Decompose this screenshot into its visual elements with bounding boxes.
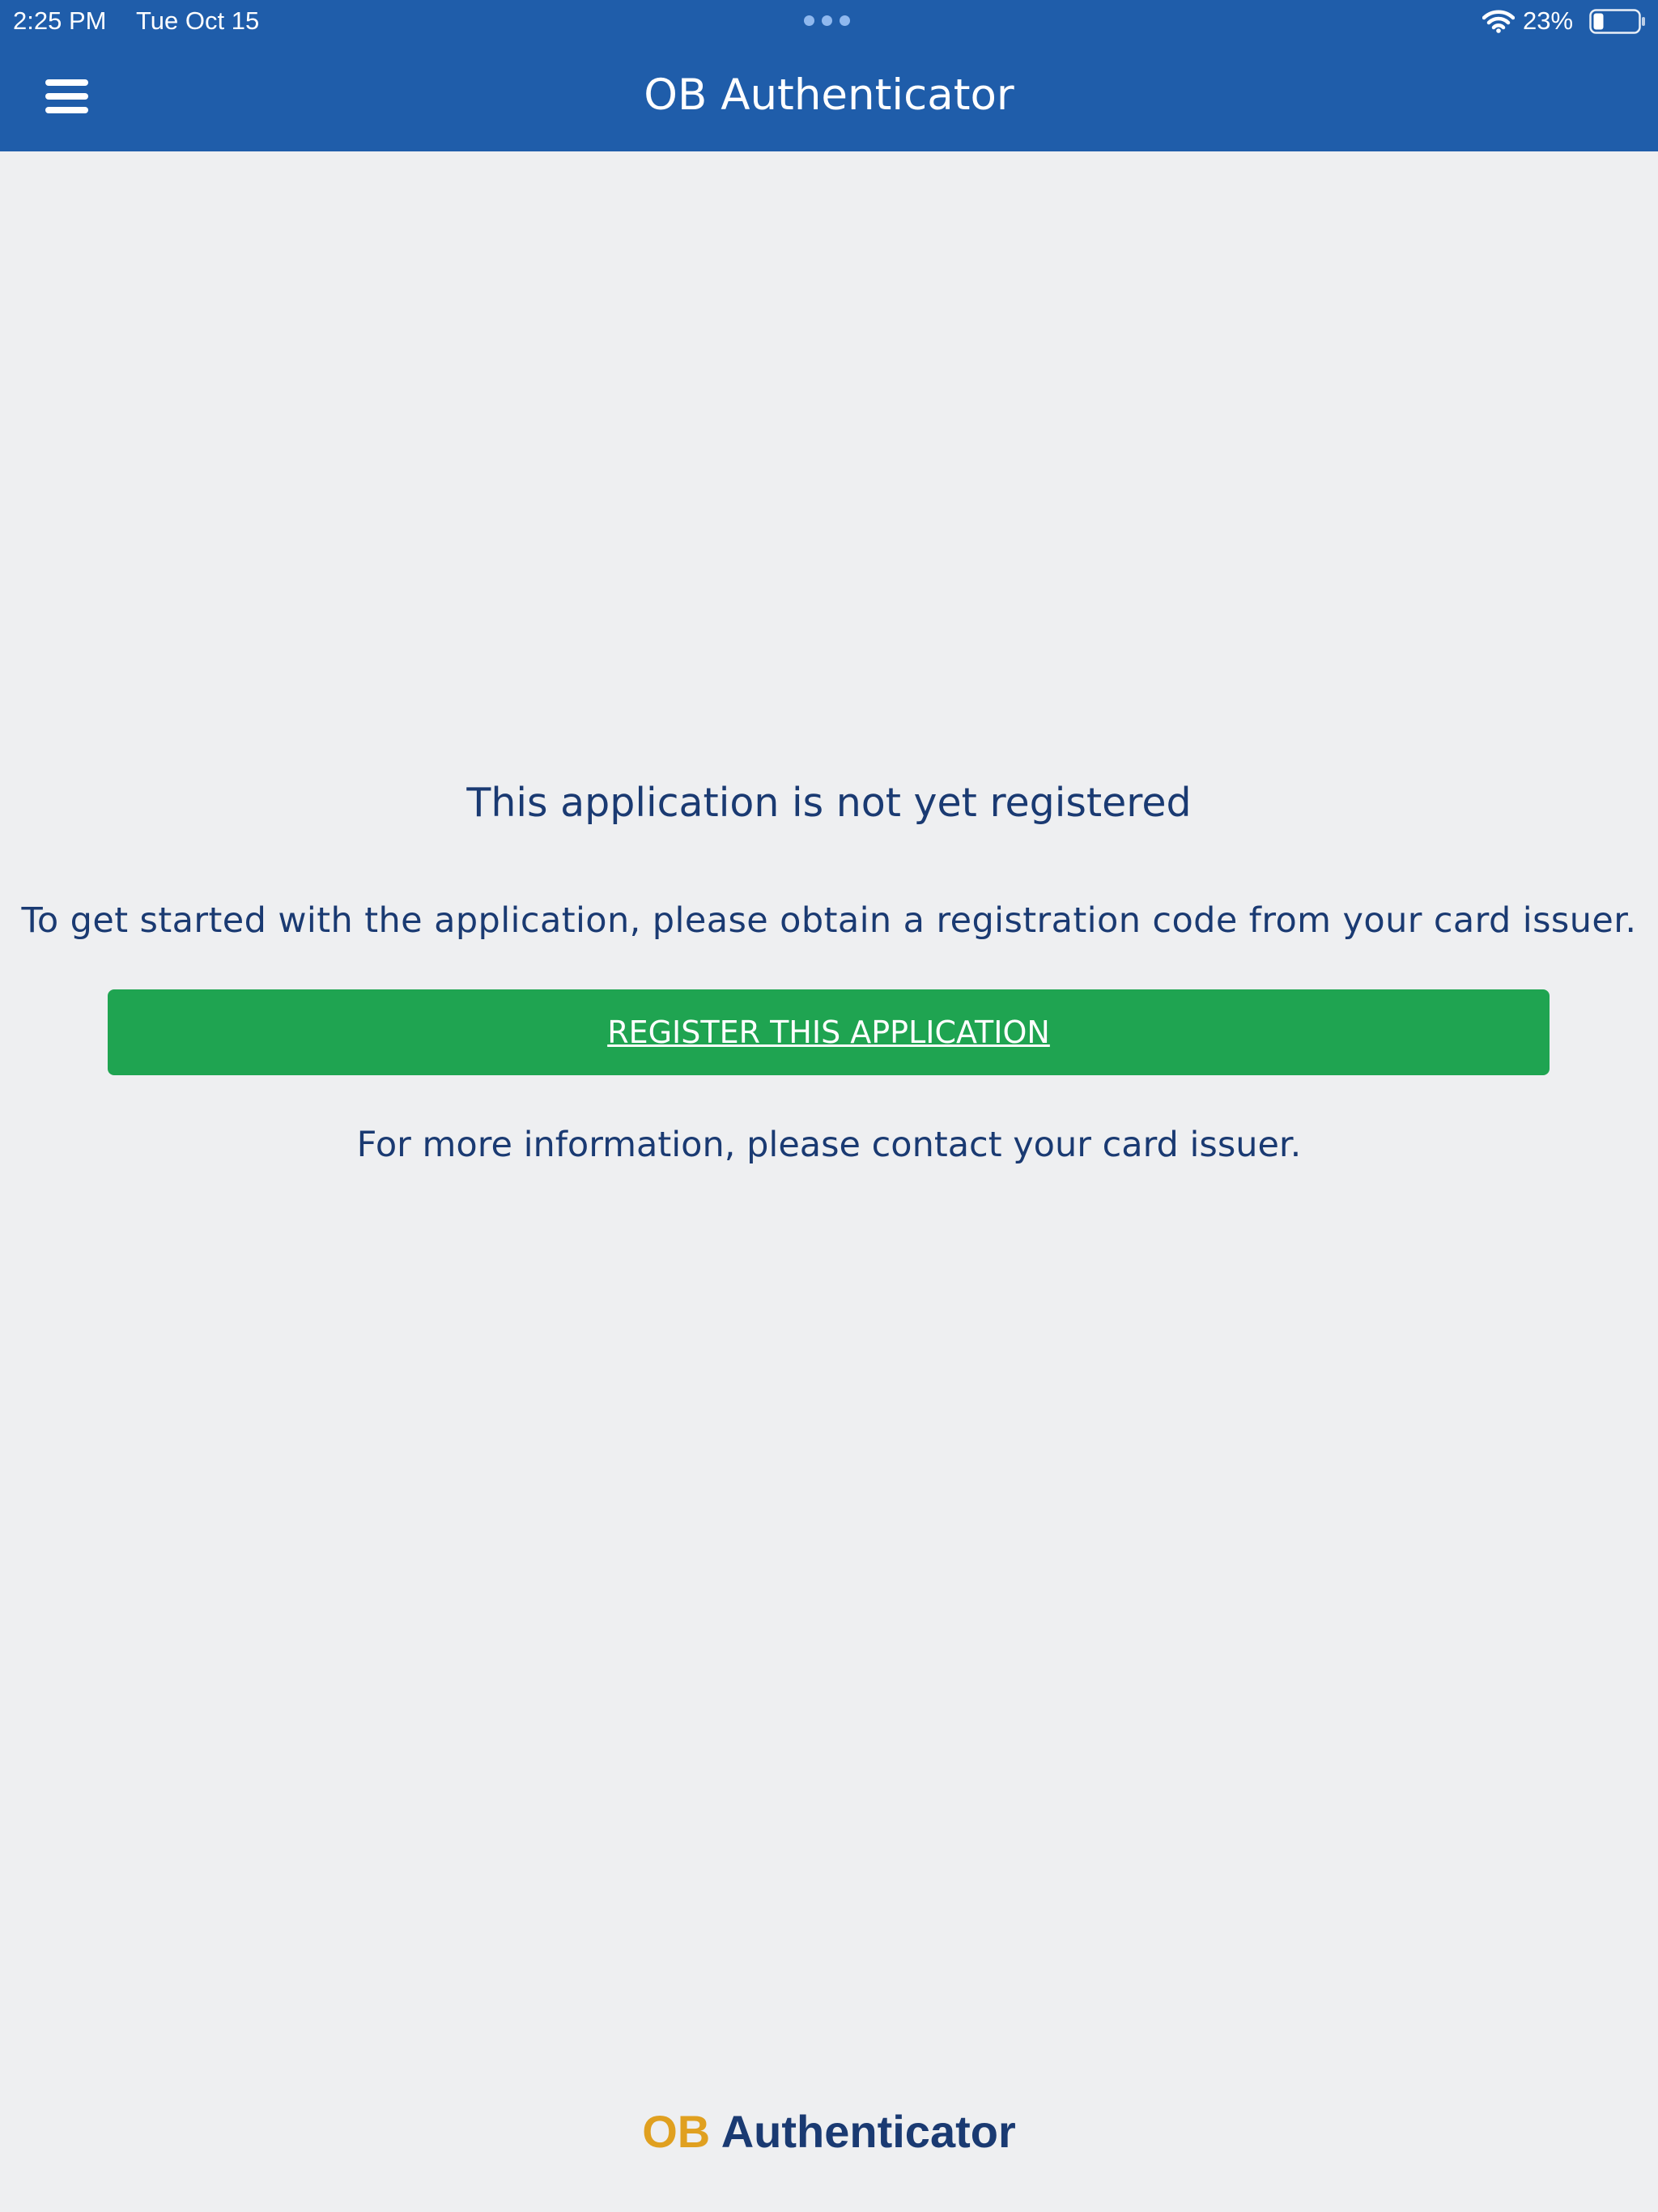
multitask-dots-icon[interactable]: [804, 15, 852, 27]
footer-logo-authenticator: Authenticator: [721, 2106, 1016, 2157]
status-date: Tue Oct 15: [136, 6, 260, 35]
battery-percent: 23%: [1523, 6, 1574, 35]
registration-status-heading: This application is not yet registered: [466, 780, 1192, 826]
status-bar: 2:25 PM Tue Oct 15 23%: [0, 0, 1658, 42]
footer-logo: OB Authenticator: [0, 2104, 1658, 2160]
footer-logo-ob: OB: [642, 2106, 711, 2157]
register-application-button[interactable]: REGISTER THIS APPLICATION: [108, 989, 1550, 1075]
app-header: 2:25 PM Tue Oct 15 23% OB Authenticator: [0, 0, 1658, 151]
app-title: OB Authenticator: [644, 70, 1014, 120]
status-time: 2:25 PM: [13, 6, 107, 35]
registration-instructions: To get started with the application, ple…: [21, 900, 1637, 941]
wifi-icon: [1482, 10, 1515, 33]
battery-icon: [1589, 9, 1645, 34]
more-info-text: For more information, please contact you…: [356, 1125, 1302, 1165]
